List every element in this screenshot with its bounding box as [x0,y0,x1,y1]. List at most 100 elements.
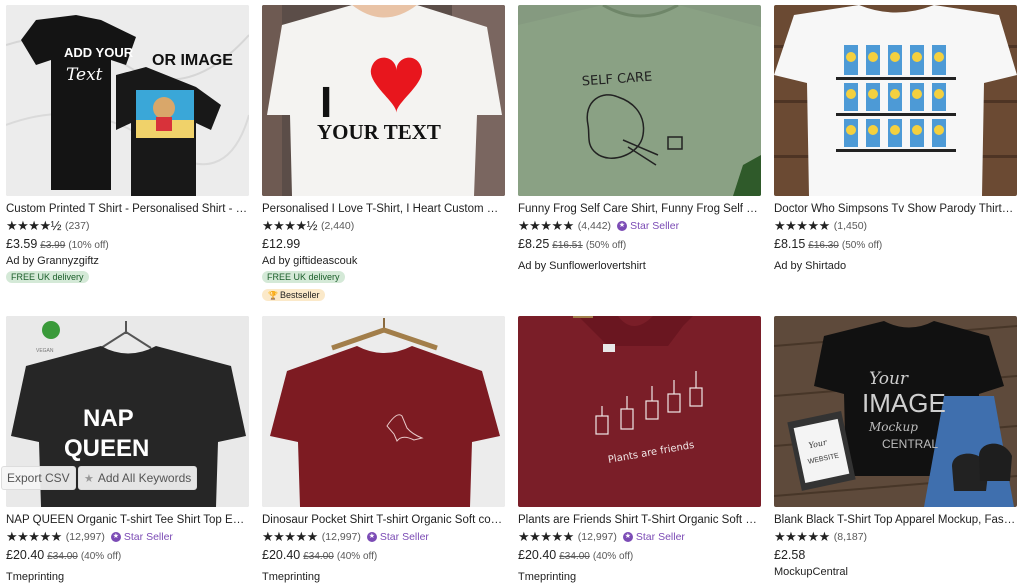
price-row: £8.15 £16.30 (50% off) [774,237,1017,251]
rating-stars: ★★★★★ [774,218,830,233]
seller-name[interactable]: Ad by Sunflowerlovertshirt [518,260,761,272]
review-count: (237) [64,219,90,232]
rating-row: ★★★★★ (8,187) [774,530,1017,543]
listing-title[interactable]: Plants are Friends Shirt T-Shirt Organic… [518,513,761,527]
star-seller-label: Star Seller [635,530,685,543]
bestseller-badge: 🏆 Bestseller [262,289,326,301]
listing-title[interactable]: Personalised I Love T-Shirt, I Heart Cus… [262,202,505,216]
image-text-1: NAP [83,405,134,432]
star-seller-badge: ★ Star Seller [617,220,679,232]
review-count: (12,997) [65,530,105,543]
listing-card[interactable]: Doctor Who Simpsons Tv Show Parody Thirt… [774,5,1017,316]
discount: (40% off) [80,551,122,562]
free-delivery-badge: FREE UK delivery [6,271,89,283]
rating-row: ★★★★½ (2,440) [262,219,505,232]
review-count: (4,442) [577,219,612,232]
rating-stars: ★★★★★ [518,218,574,233]
price-row: £3.59 £3.99 (10% off) [6,237,249,251]
image-text-1: ADD YOUR [64,45,134,60]
original-price: £34.00 [559,551,590,562]
original-price: £34.00 [47,551,78,562]
review-count: (12,997) [321,530,361,543]
discount: (50% off) [841,240,883,251]
review-count: (1,450) [833,219,868,232]
seller-name[interactable]: Tmeprinting [6,571,249,583]
discount: (40% off) [592,551,634,562]
listing-title[interactable]: Doctor Who Simpsons Tv Show Parody Thirt… [774,202,1017,216]
free-delivery-badge: FREE UK delivery [262,271,345,283]
rating-row: ★★★★★ (4,442) ★ Star Seller [518,219,761,232]
rating-row: ★★★★★ (12,997) ★ Star Seller [262,530,505,543]
export-csv-button[interactable]: Export CSV [1,466,76,490]
listing-title[interactable]: NAP QUEEN Organic T-shirt Tee Shirt Top … [6,513,249,527]
star-seller-label: Star Seller [123,530,173,543]
star-seller-badge-icon: ★ [110,531,121,542]
listing-image[interactable]: Plants are friends [518,316,761,507]
rating-stars: ★★★★½ [6,218,61,233]
price-row: £12.99 [262,237,505,251]
rating-stars: ★★★★½ [262,218,317,233]
seller-name[interactable]: Tmeprinting [262,571,505,583]
review-count: (2,440) [320,219,355,232]
listing-title[interactable]: Dinosaur Pocket Shirt T-shirt Organic So… [262,513,505,527]
listing-image[interactable]: ADD YOUR Text OR IMAGE [6,5,249,196]
seller-name[interactable]: Ad by Shirtado [774,260,1017,272]
seller-name[interactable]: MockupCentral [774,566,1017,578]
listing-title[interactable]: Custom Printed T Shirt - Personalised Sh… [6,202,249,216]
price: £2.58 [774,548,806,562]
listing-image[interactable]: SELF CARE [518,5,761,196]
seller-name[interactable]: Ad by giftideascouk [262,255,505,267]
price-row: £20.40 £34.00 (40% off) [518,548,761,562]
image-text-3: VEGAN [36,348,54,354]
seller-name[interactable]: Tmeprinting [518,571,761,583]
listing-title[interactable]: Funny Frog Self Care Shirt, Funny Frog S… [518,202,761,216]
listing-image[interactable] [774,5,1017,196]
rating-row: ★★★★★ (1,450) [774,219,1017,232]
price-row: £20.40 £34.00 (40% off) [262,548,505,562]
star-seller-badge: ★ Star Seller [622,530,685,543]
add-keywords-label: Add All Keywords [97,471,192,485]
rating-stars: ★★★★★ [6,529,62,544]
original-price: £3.99 [40,240,66,251]
price-row: £20.40 £34.00 (40% off) [6,548,249,562]
listing-card[interactable]: Your IMAGE Mockup CENTRAL Your WEBSITE B… [774,316,1017,586]
price: £20.40 [518,548,557,562]
star-seller-badge: ★ Star Seller [110,530,173,543]
seller-name[interactable]: Ad by Grannyzgiftz [6,255,249,267]
price: £8.25 [518,237,550,251]
listing-card[interactable]: ADD YOUR Text OR IMAGE Custom Printed T … [6,5,249,316]
listing-title[interactable]: Blank Black T-Shirt Top Apparel Mockup, … [774,513,1017,527]
discount: (50% off) [585,240,627,251]
review-count: (8,187) [833,530,868,543]
price-row: £2.58 [774,548,1017,562]
listing-grid: ADD YOUR Text OR IMAGE Custom Printed T … [6,5,1017,586]
star-seller-label: Star Seller [379,530,429,543]
discount: (40% off) [336,551,378,562]
discount: (10% off) [68,240,109,251]
listing-card[interactable]: I YOUR TEXT Personalised I Love T-Shirt,… [262,5,505,316]
listing-card[interactable]: VEGAN NAP QUEEN NAP QUEEN Organic T-shir… [6,316,249,586]
star-icon: ★ [84,472,94,485]
image-text-1: Your [869,369,909,389]
listing-card[interactable]: Plants are friends Plants are Friends Sh… [518,316,761,586]
star-seller-badge-icon: ★ [366,531,377,542]
listing-card[interactable]: Dinosaur Pocket Shirt T-shirt Organic So… [262,316,505,586]
original-price: £16.51 [552,240,583,251]
rating-stars: ★★★★★ [774,529,830,544]
price: £12.99 [262,237,301,251]
image-text-3: Mockup [868,420,918,434]
image-text-2: YOUR TEXT [317,120,441,144]
trophy-icon: 🏆 [268,291,278,300]
listing-image[interactable] [262,316,505,507]
price: £20.40 [262,548,301,562]
listing-card[interactable]: SELF CARE Funny Frog Self Care Shirt, Fu… [518,5,761,316]
add-all-keywords-button[interactable]: ★ Add All Keywords [78,466,198,490]
listing-image[interactable]: I YOUR TEXT [262,5,505,196]
original-price: £34.00 [303,551,334,562]
star-seller-label: Star Seller [630,219,680,232]
price: £3.59 [6,237,38,251]
listing-image[interactable]: Your IMAGE Mockup CENTRAL Your WEBSITE [774,316,1017,507]
star-seller-badge: ★ Star Seller [366,530,429,543]
image-text-2: QUEEN [64,435,149,462]
rating-stars: ★★★★★ [262,529,318,544]
